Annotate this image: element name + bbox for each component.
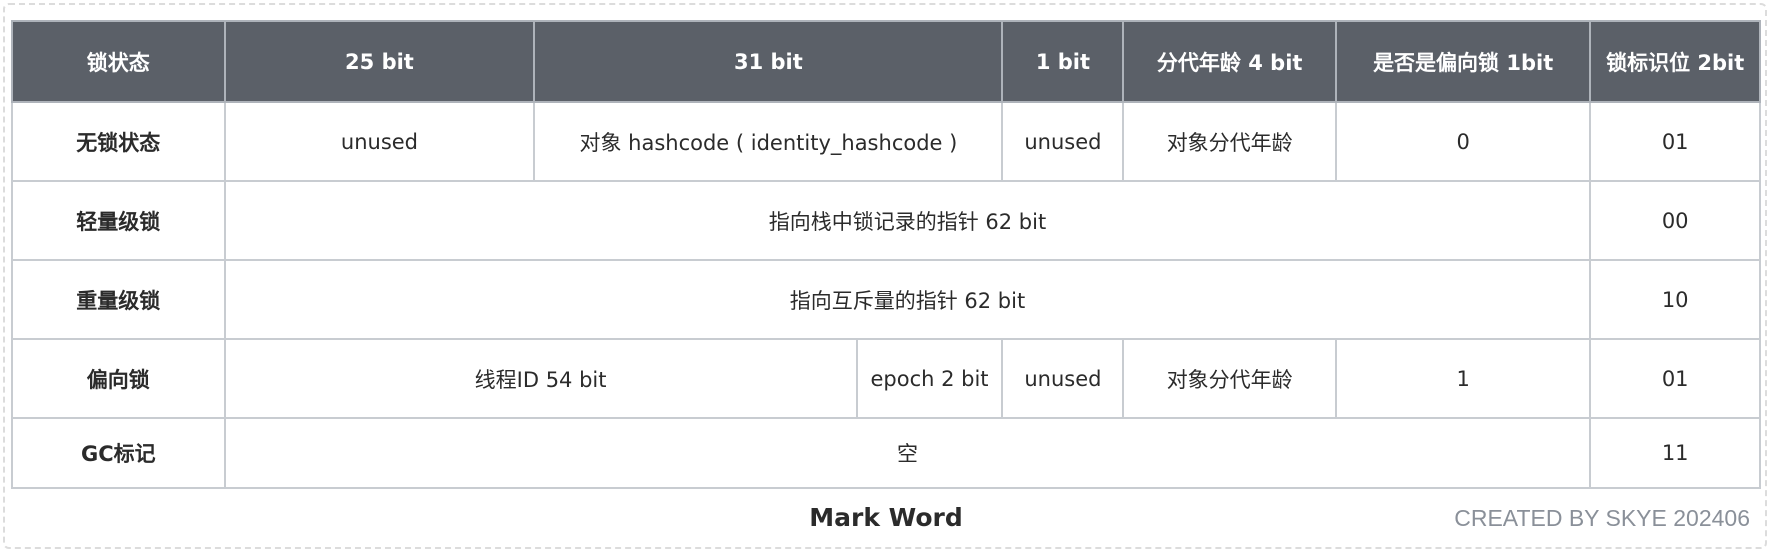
row-label-lightweight: 轻量级锁 bbox=[11, 180, 226, 261]
cell-age: 对象分代年龄 bbox=[1122, 338, 1337, 419]
header-31bit: 31 bit bbox=[533, 20, 1004, 103]
header-lock-flag: 锁标识位 2bit bbox=[1589, 20, 1761, 103]
header-25bit: 25 bit bbox=[223, 20, 536, 103]
cell-biased-flag: 0 bbox=[1334, 101, 1592, 182]
cell-unused-1: unused bbox=[1001, 338, 1125, 419]
table-row: GC标记 空 11 bbox=[11, 417, 1761, 489]
cell-epoch: epoch 2 bit bbox=[855, 338, 1004, 419]
cell-hashcode: 对象 hashcode ( identity_hashcode ) bbox=[533, 101, 1004, 182]
cell-lock-flag: 01 bbox=[1589, 101, 1761, 182]
table-row: 重量级锁 指向互斥量的指针 62 bit 10 bbox=[11, 259, 1761, 340]
row-label-biased: 偏向锁 bbox=[11, 338, 226, 419]
cell-unused-1: unused bbox=[1001, 101, 1125, 182]
cell-lock-flag: 00 bbox=[1589, 180, 1761, 261]
mark-word-table: 锁状态 25 bit 31 bit 1 bit 分代年龄 4 bit 是否是偏向… bbox=[11, 20, 1761, 489]
row-label-unlocked: 无锁状态 bbox=[11, 101, 226, 182]
row-label-heavyweight: 重量级锁 bbox=[11, 259, 226, 340]
credit-text: CREATED BY SKYE 202406 bbox=[1454, 505, 1750, 531]
cell-mutex-pointer: 指向互斥量的指针 62 bit bbox=[223, 259, 1592, 340]
cell-lock-flag: 11 bbox=[1589, 417, 1761, 489]
cell-lock-flag: 10 bbox=[1589, 259, 1761, 340]
header-1bit: 1 bit bbox=[1001, 20, 1125, 103]
cell-age: 对象分代年龄 bbox=[1122, 101, 1337, 182]
header-biased-flag: 是否是偏向锁 1bit bbox=[1334, 20, 1592, 103]
table-row: 无锁状态 unused 对象 hashcode ( identity_hashc… bbox=[11, 101, 1761, 182]
cell-unused-25: unused bbox=[223, 101, 536, 182]
cell-empty: 空 bbox=[223, 417, 1592, 489]
table-row: 轻量级锁 指向栈中锁记录的指针 62 bit 00 bbox=[11, 180, 1761, 261]
cell-lock-flag: 01 bbox=[1589, 338, 1761, 419]
header-lock-state: 锁状态 bbox=[11, 20, 226, 103]
header-age: 分代年龄 4 bit bbox=[1122, 20, 1337, 103]
header-row: 锁状态 25 bit 31 bit 1 bit 分代年龄 4 bit 是否是偏向… bbox=[11, 20, 1761, 103]
table-row: 偏向锁 线程ID 54 bit epoch 2 bit unused 对象分代年… bbox=[11, 338, 1761, 419]
cell-lock-record-pointer: 指向栈中锁记录的指针 62 bit bbox=[223, 180, 1592, 261]
row-label-gc: GC标记 bbox=[11, 417, 226, 489]
cell-biased-flag: 1 bbox=[1334, 338, 1592, 419]
cell-thread-id: 线程ID 54 bit bbox=[223, 338, 858, 419]
